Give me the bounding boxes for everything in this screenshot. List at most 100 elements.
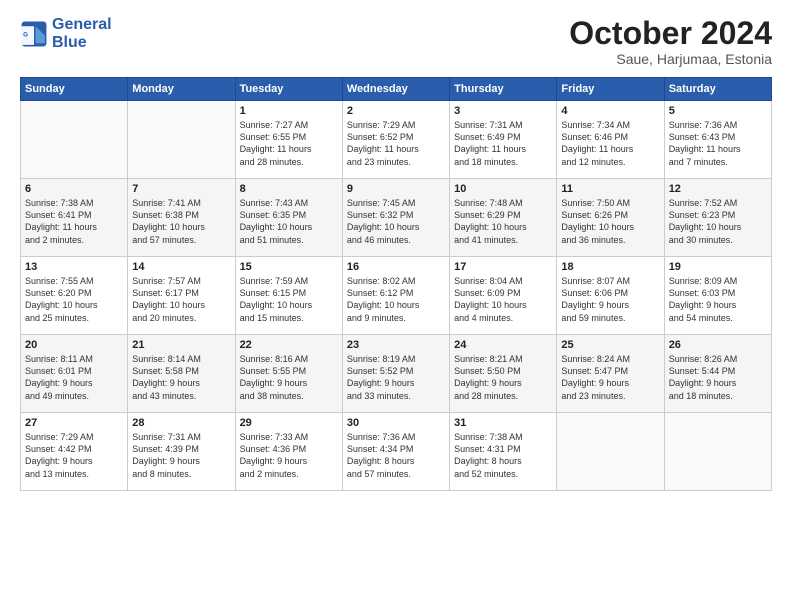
cell-info: Sunrise: 7:31 AM Sunset: 4:39 PM Dayligh… (132, 432, 201, 478)
cell-info: Sunrise: 7:31 AM Sunset: 6:49 PM Dayligh… (454, 120, 526, 166)
day-number: 28 (132, 417, 230, 429)
cell-info: Sunrise: 8:24 AM Sunset: 5:47 PM Dayligh… (561, 354, 630, 400)
calendar-cell (664, 413, 771, 491)
cell-info: Sunrise: 7:38 AM Sunset: 6:41 PM Dayligh… (25, 198, 97, 244)
cell-info: Sunrise: 8:11 AM Sunset: 6:01 PM Dayligh… (25, 354, 93, 400)
calendar-body: 1 Sunrise: 7:27 AM Sunset: 6:55 PM Daylig… (21, 101, 772, 491)
day-number: 6 (25, 183, 123, 195)
day-number: 9 (347, 183, 445, 195)
day-number: 3 (454, 105, 552, 117)
calendar-cell: 28 Sunrise: 7:31 AM Sunset: 4:39 PM Dayli… (128, 413, 235, 491)
calendar-cell: 8 Sunrise: 7:43 AM Sunset: 6:35 PM Daylig… (235, 179, 342, 257)
calendar-cell: 15Sunrise: 7:59 AM Sunset: 6:15 PM Dayli… (235, 257, 342, 335)
cell-info: Sunrise: 7:29 AM Sunset: 6:52 PM Dayligh… (347, 120, 419, 166)
cell-info: Sunrise: 7:34 AM Sunset: 6:46 PM Dayligh… (561, 120, 633, 166)
day-number: 21 (132, 339, 230, 351)
cell-info: Sunrise: 7:43 AM Sunset: 6:35 PM Dayligh… (240, 198, 313, 244)
day-number: 31 (454, 417, 552, 429)
day-number: 13 (25, 261, 123, 273)
cell-info: Sunrise: 7:48 AM Sunset: 6:29 PM Dayligh… (454, 198, 527, 244)
day-number: 18 (561, 261, 659, 273)
cell-info: Sunrise: 7:50 AM Sunset: 6:26 PM Dayligh… (561, 198, 634, 244)
cell-info: Sunrise: 8:04 AM Sunset: 6:09 PM Dayligh… (454, 276, 527, 322)
day-number: 16 (347, 261, 445, 273)
calendar-cell: 10Sunrise: 7:48 AM Sunset: 6:29 PM Dayli… (450, 179, 557, 257)
cell-info: Sunrise: 8:19 AM Sunset: 5:52 PM Dayligh… (347, 354, 416, 400)
calendar-cell: 21 Sunrise: 8:14 AM Sunset: 5:58 PM Dayli… (128, 335, 235, 413)
cell-info: Sunrise: 8:07 AM Sunset: 6:06 PM Dayligh… (561, 276, 630, 322)
header: G General Blue October 2024 Saue, Harjum… (20, 16, 772, 67)
cell-info: Sunrise: 7:52 AM Sunset: 6:23 PM Dayligh… (669, 198, 742, 244)
calendar-cell: 11 Sunrise: 7:50 AM Sunset: 6:26 PM Dayli… (557, 179, 664, 257)
calendar-cell: 23 Sunrise: 8:19 AM Sunset: 5:52 PM Dayli… (342, 335, 449, 413)
header-row: SundayMondayTuesdayWednesdayThursdayFrid… (21, 78, 772, 101)
calendar-cell: 13 Sunrise: 7:55 AM Sunset: 6:20 PM Dayli… (21, 257, 128, 335)
day-number: 15 (240, 261, 338, 273)
calendar-cell: 25Sunrise: 8:24 AM Sunset: 5:47 PM Dayli… (557, 335, 664, 413)
calendar-week-row: 6 Sunrise: 7:38 AM Sunset: 6:41 PM Daylig… (21, 179, 772, 257)
calendar-week-row: 20Sunrise: 8:11 AM Sunset: 6:01 PM Dayli… (21, 335, 772, 413)
calendar-cell: 17 Sunrise: 8:04 AM Sunset: 6:09 PM Dayli… (450, 257, 557, 335)
day-number: 26 (669, 339, 767, 351)
calendar-cell (21, 101, 128, 179)
page: G General Blue October 2024 Saue, Harjum… (0, 0, 792, 612)
day-number: 19 (669, 261, 767, 273)
calendar-cell: 7 Sunrise: 7:41 AM Sunset: 6:38 PM Daylig… (128, 179, 235, 257)
day-number: 14 (132, 261, 230, 273)
day-number: 24 (454, 339, 552, 351)
logo-icon: G (20, 20, 48, 48)
cell-info: Sunrise: 7:27 AM Sunset: 6:55 PM Dayligh… (240, 120, 312, 166)
weekday-header: Friday (557, 78, 664, 101)
day-number: 1 (240, 105, 338, 117)
svg-text:G: G (23, 32, 28, 39)
day-number: 7 (132, 183, 230, 195)
calendar-cell: 27Sunrise: 7:29 AM Sunset: 4:42 PM Dayli… (21, 413, 128, 491)
calendar-cell (557, 413, 664, 491)
cell-info: Sunrise: 7:33 AM Sunset: 4:36 PM Dayligh… (240, 432, 309, 478)
cell-info: Sunrise: 7:36 AM Sunset: 4:34 PM Dayligh… (347, 432, 416, 478)
day-number: 2 (347, 105, 445, 117)
weekday-header: Wednesday (342, 78, 449, 101)
cell-info: Sunrise: 7:55 AM Sunset: 6:20 PM Dayligh… (25, 276, 98, 322)
cell-info: Sunrise: 8:14 AM Sunset: 5:58 PM Dayligh… (132, 354, 201, 400)
day-number: 22 (240, 339, 338, 351)
weekday-header: Thursday (450, 78, 557, 101)
day-number: 8 (240, 183, 338, 195)
cell-info: Sunrise: 7:45 AM Sunset: 6:32 PM Dayligh… (347, 198, 420, 244)
day-number: 30 (347, 417, 445, 429)
day-number: 29 (240, 417, 338, 429)
cell-info: Sunrise: 8:09 AM Sunset: 6:03 PM Dayligh… (669, 276, 738, 322)
calendar-cell: 6 Sunrise: 7:38 AM Sunset: 6:41 PM Daylig… (21, 179, 128, 257)
title-area: October 2024 Saue, Harjumaa, Estonia (569, 16, 772, 67)
calendar-cell: 4Sunrise: 7:34 AM Sunset: 6:46 PM Daylig… (557, 101, 664, 179)
calendar-cell: 19 Sunrise: 8:09 AM Sunset: 6:03 PM Dayli… (664, 257, 771, 335)
day-number: 17 (454, 261, 552, 273)
calendar-cell: 5Sunrise: 7:36 AM Sunset: 6:43 PM Daylig… (664, 101, 771, 179)
calendar-cell: 1 Sunrise: 7:27 AM Sunset: 6:55 PM Daylig… (235, 101, 342, 179)
calendar-cell: 31 Sunrise: 7:38 AM Sunset: 4:31 PM Dayli… (450, 413, 557, 491)
day-number: 23 (347, 339, 445, 351)
day-number: 27 (25, 417, 123, 429)
logo-text: General Blue (52, 16, 112, 53)
day-number: 11 (561, 183, 659, 195)
location: Saue, Harjumaa, Estonia (569, 51, 772, 67)
cell-info: Sunrise: 7:41 AM Sunset: 6:38 PM Dayligh… (132, 198, 205, 244)
weekday-header: Monday (128, 78, 235, 101)
calendar-cell: 30 Sunrise: 7:36 AM Sunset: 4:34 PM Dayli… (342, 413, 449, 491)
day-number: 5 (669, 105, 767, 117)
logo: G General Blue (20, 16, 112, 53)
calendar-cell (128, 101, 235, 179)
calendar-cell: 26Sunrise: 8:26 AM Sunset: 5:44 PM Dayli… (664, 335, 771, 413)
cell-info: Sunrise: 8:21 AM Sunset: 5:50 PM Dayligh… (454, 354, 523, 400)
cell-info: Sunrise: 7:57 AM Sunset: 6:17 PM Dayligh… (132, 276, 205, 322)
calendar-week-row: 1 Sunrise: 7:27 AM Sunset: 6:55 PM Daylig… (21, 101, 772, 179)
calendar-table: SundayMondayTuesdayWednesdayThursdayFrid… (20, 77, 772, 491)
month-title: October 2024 (569, 16, 772, 51)
calendar-cell: 29 Sunrise: 7:33 AM Sunset: 4:36 PM Dayli… (235, 413, 342, 491)
cell-info: Sunrise: 8:02 AM Sunset: 6:12 PM Dayligh… (347, 276, 420, 322)
cell-info: Sunrise: 7:38 AM Sunset: 4:31 PM Dayligh… (454, 432, 523, 478)
weekday-header: Sunday (21, 78, 128, 101)
calendar-week-row: 27Sunrise: 7:29 AM Sunset: 4:42 PM Dayli… (21, 413, 772, 491)
calendar-cell: 12Sunrise: 7:52 AM Sunset: 6:23 PM Dayli… (664, 179, 771, 257)
calendar-cell: 9 Sunrise: 7:45 AM Sunset: 6:32 PM Daylig… (342, 179, 449, 257)
